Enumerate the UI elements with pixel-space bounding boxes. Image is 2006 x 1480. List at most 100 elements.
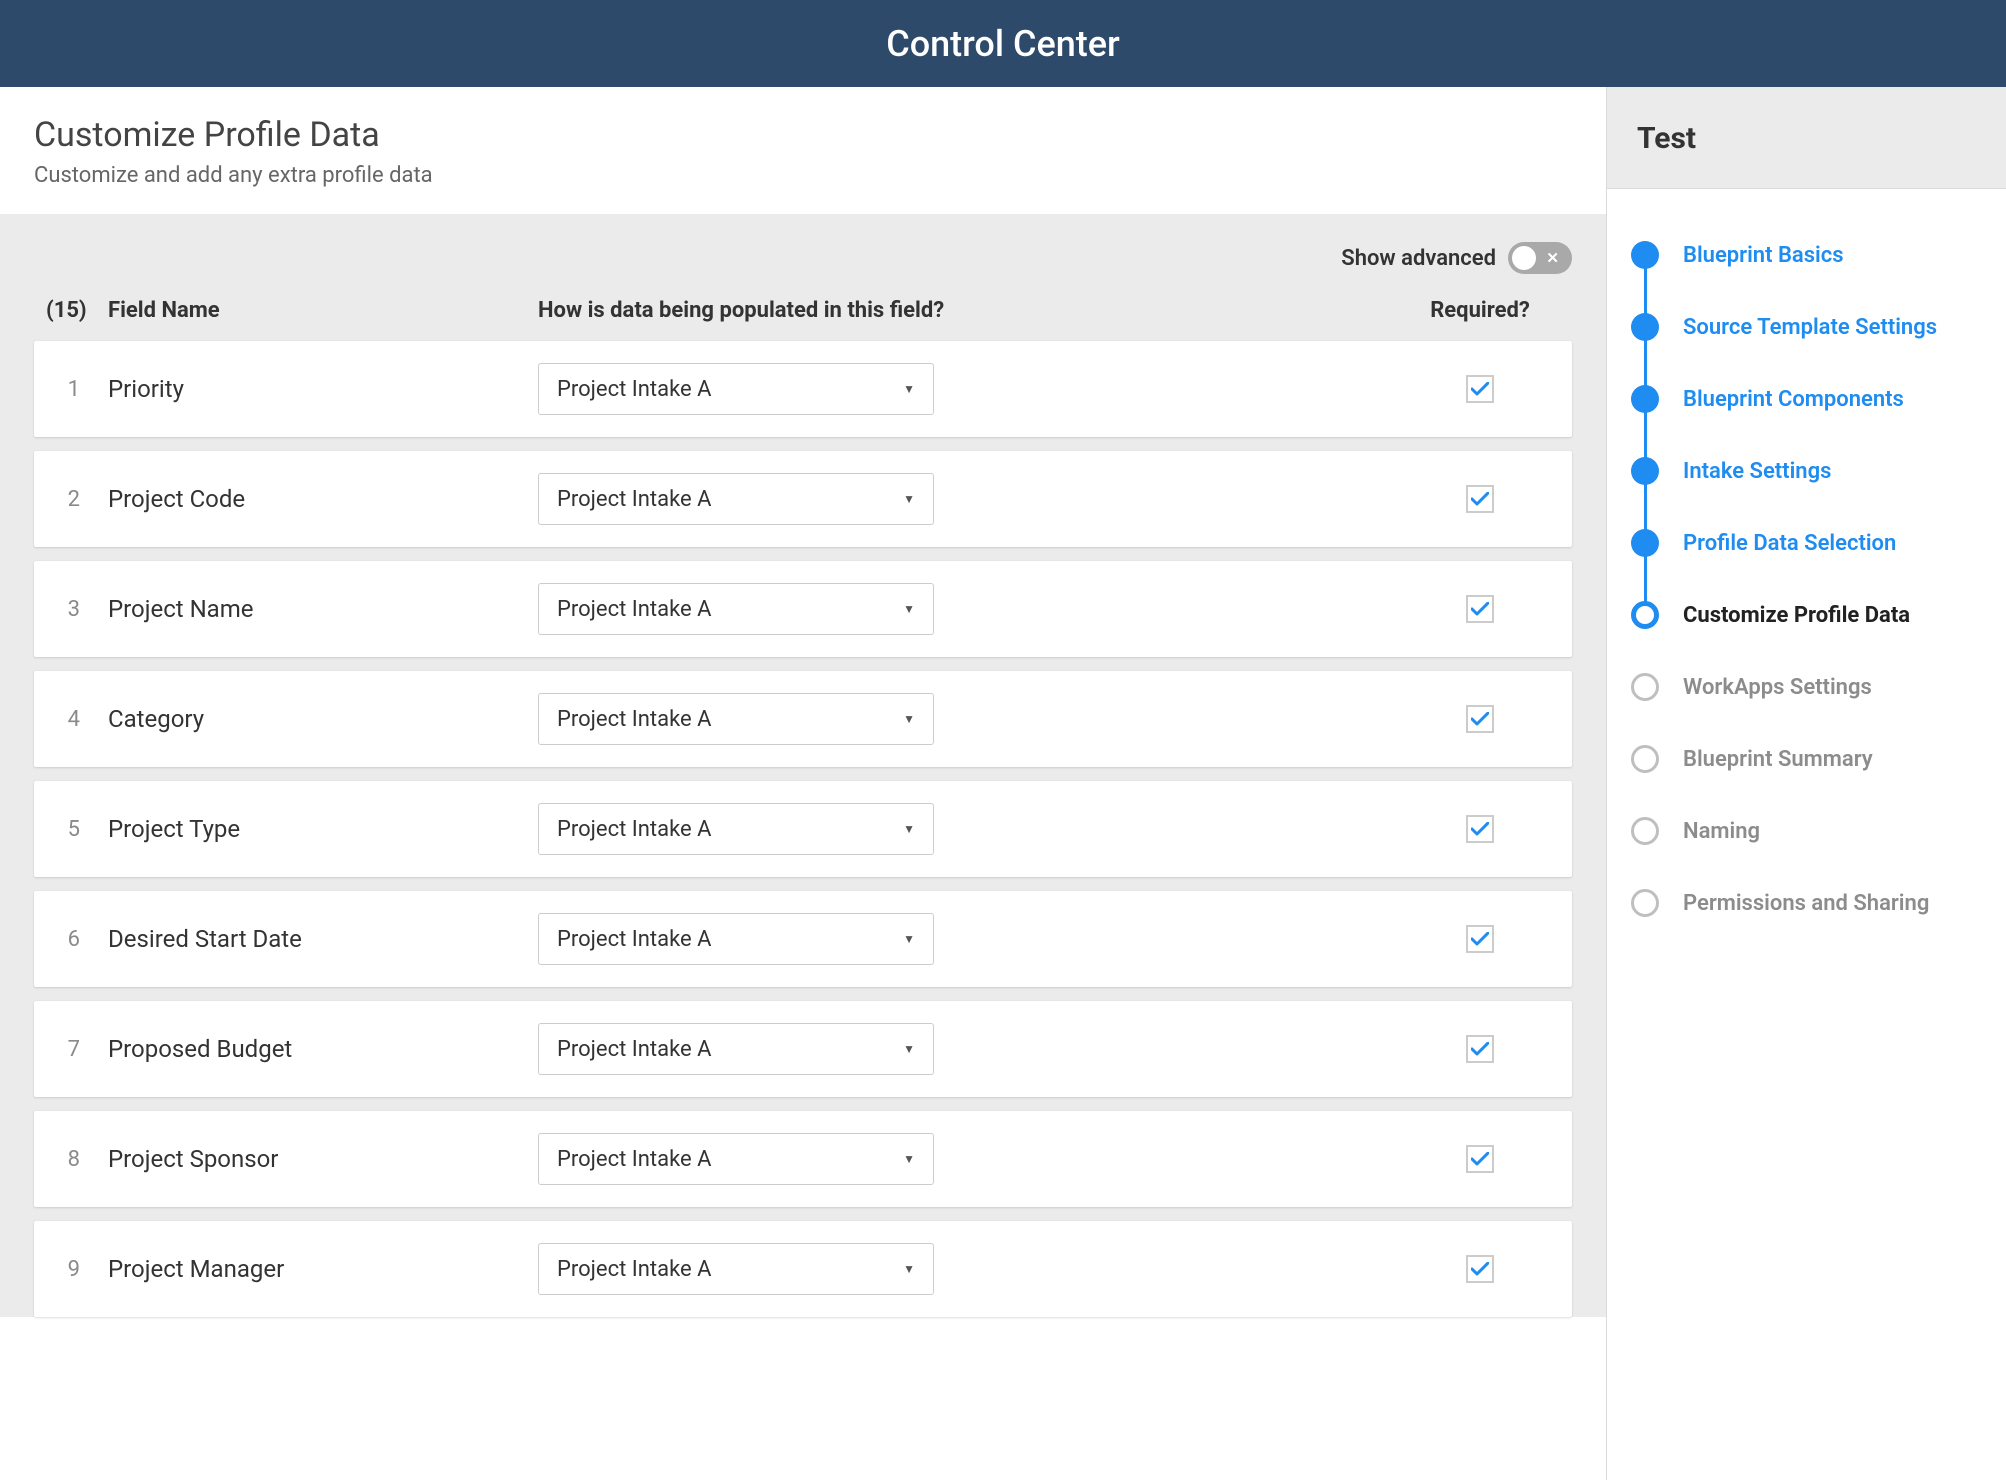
field-row-name: Project Type	[108, 815, 538, 843]
populate-select[interactable]: Project Intake A▼	[538, 583, 934, 635]
field-row: 3Project NameProject Intake A▼	[34, 561, 1572, 657]
field-row: 6Desired Start DateProject Intake A▼	[34, 891, 1572, 987]
checkmark-icon	[1471, 712, 1489, 726]
required-checkbox[interactable]	[1466, 375, 1494, 403]
field-row-populate-cell: Project Intake A▼	[538, 1133, 1400, 1185]
checkmark-icon	[1471, 1262, 1489, 1276]
page-title: Customize Profile Data	[34, 115, 1572, 155]
content-area: Show advanced ✕ (15) Field Name How is d…	[0, 214, 1606, 1317]
field-row-number: 9	[46, 1257, 108, 1282]
step-label: Permissions and Sharing	[1683, 891, 1929, 916]
field-row-required-cell	[1400, 925, 1560, 953]
populate-select[interactable]: Project Intake A▼	[538, 913, 934, 965]
required-checkbox[interactable]	[1466, 1255, 1494, 1283]
step-item[interactable]: Blueprint Summary	[1631, 723, 1982, 795]
field-row: 4CategoryProject Intake A▼	[34, 671, 1572, 767]
required-checkbox[interactable]	[1466, 1145, 1494, 1173]
show-advanced-toggle[interactable]: ✕	[1508, 242, 1572, 274]
field-row-required-cell	[1400, 485, 1560, 513]
field-row-required-cell	[1400, 1255, 1560, 1283]
checkmark-icon	[1471, 492, 1489, 506]
field-row-name: Project Sponsor	[108, 1145, 538, 1173]
required-checkbox[interactable]	[1466, 705, 1494, 733]
populate-select-value: Project Intake A	[557, 597, 711, 622]
populate-select[interactable]: Project Intake A▼	[538, 803, 934, 855]
populate-select[interactable]: Project Intake A ▼	[538, 1023, 934, 1075]
populate-select-value: Project Intake A	[557, 1257, 711, 1282]
field-row-populate-cell: Project Intake A ▼	[538, 693, 1400, 745]
field-row-number: 4	[46, 707, 108, 732]
field-row-number: 3	[46, 597, 108, 622]
step-item[interactable]: Customize Profile Data	[1631, 579, 1982, 651]
step-label: Naming	[1683, 819, 1760, 844]
field-row-required-cell	[1400, 1145, 1560, 1173]
field-row-populate-cell: Project Intake A▼	[538, 803, 1400, 855]
field-row-name: Proposed Budget	[108, 1035, 538, 1063]
required-checkbox[interactable]	[1466, 815, 1494, 843]
field-row-number: 1	[46, 377, 108, 402]
field-row-name: Project Name	[108, 595, 538, 623]
required-checkbox[interactable]	[1466, 925, 1494, 953]
populate-select-value: Project Intake A	[557, 487, 711, 512]
populate-select-value: Project Intake A	[557, 707, 711, 732]
field-row: 7Proposed BudgetProject Intake A▼	[34, 1001, 1572, 1097]
field-row-populate-cell: Project Intake A▼	[538, 363, 1400, 415]
show-advanced-label: Show advanced	[1341, 246, 1496, 271]
required-checkbox[interactable]	[1466, 1035, 1494, 1063]
populate-select[interactable]: Project Intake A▼	[538, 473, 934, 525]
main-panel: Customize Profile Data Customize and add…	[0, 87, 1606, 1480]
step-dot-icon	[1631, 745, 1659, 773]
checkmark-icon	[1471, 382, 1489, 396]
step-item[interactable]: WorkApps Settings	[1631, 651, 1982, 723]
checkmark-icon	[1471, 602, 1489, 616]
field-row-number: 2	[46, 487, 108, 512]
field-row: 5Project TypeProject Intake A▼	[34, 781, 1572, 877]
caret-down-icon: ▼	[903, 1042, 915, 1056]
required-checkbox[interactable]	[1466, 485, 1494, 513]
field-row-populate-cell: Project Intake A▼	[538, 913, 1400, 965]
populate-select-value: Project Intake A	[557, 1037, 711, 1062]
step-dot-icon	[1631, 817, 1659, 845]
step-item[interactable]: Source Template Settings	[1631, 291, 1982, 363]
field-row-name: Priority	[108, 375, 538, 403]
field-row-name: Project Manager	[108, 1255, 538, 1283]
show-advanced-row: Show advanced ✕	[34, 238, 1572, 292]
caret-down-icon: ▼	[903, 822, 915, 836]
app-header: Control Center	[0, 0, 2006, 87]
step-item[interactable]: Blueprint Basics	[1631, 219, 1982, 291]
column-required: Required?	[1400, 298, 1560, 323]
toggle-knob-icon	[1512, 246, 1536, 270]
field-row-required-cell	[1400, 815, 1560, 843]
populate-select-value: Project Intake A	[557, 377, 711, 402]
field-row-populate-cell: Project Intake A▼	[538, 583, 1400, 635]
field-row-required-cell	[1400, 705, 1560, 733]
step-item[interactable]: Permissions and Sharing	[1631, 867, 1982, 939]
column-headers: (15) Field Name How is data being popula…	[34, 292, 1572, 341]
field-row-name: Project Code	[108, 485, 538, 513]
caret-down-icon: ▼	[903, 1262, 915, 1276]
field-row: 9Project Manager Project Intake A ▼	[34, 1221, 1572, 1317]
sidebar: Test Blueprint BasicsSource Template Set…	[1606, 87, 2006, 1480]
page-subtitle: Customize and add any extra profile data	[34, 163, 1572, 188]
caret-down-icon: ▼	[903, 1152, 915, 1166]
step-item[interactable]: Profile Data Selection	[1631, 507, 1982, 579]
populate-select[interactable]: Project Intake A▼	[538, 1133, 934, 1185]
field-row-number: 6	[46, 927, 108, 952]
step-label: Source Template Settings	[1683, 315, 1937, 340]
populate-select[interactable]: Project Intake A ▼	[538, 1243, 934, 1295]
field-row-number: 8	[46, 1147, 108, 1172]
step-item[interactable]: Naming	[1631, 795, 1982, 867]
caret-down-icon: ▼	[903, 712, 915, 726]
field-row-populate-cell: Project Intake A ▼	[538, 1023, 1400, 1075]
checkmark-icon	[1471, 1152, 1489, 1166]
step-item[interactable]: Blueprint Components	[1631, 363, 1982, 435]
step-dot-icon	[1631, 313, 1659, 341]
populate-select[interactable]: Project Intake A▼	[538, 363, 934, 415]
checkmark-icon	[1471, 822, 1489, 836]
populate-select[interactable]: Project Intake A ▼	[538, 693, 934, 745]
step-label: Blueprint Components	[1683, 387, 1904, 412]
step-list: Blueprint Basics Source Template Settings…	[1607, 189, 2006, 969]
step-item[interactable]: Intake Settings	[1631, 435, 1982, 507]
step-label: Customize Profile Data	[1683, 603, 1910, 628]
required-checkbox[interactable]	[1466, 595, 1494, 623]
